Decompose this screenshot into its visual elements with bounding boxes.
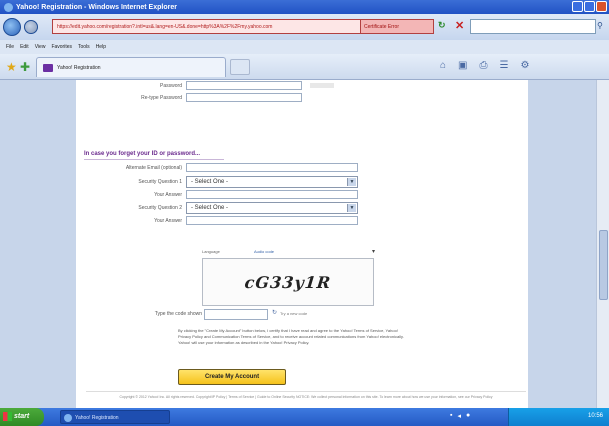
- recovery-section-title: In case you forget your ID or password..…: [84, 151, 201, 157]
- start-button[interactable]: start: [0, 408, 44, 426]
- ie-logo-icon: [4, 2, 13, 12]
- password-strength-meter: [310, 83, 334, 88]
- minimize-button[interactable]: [572, 1, 583, 12]
- security-question-2-value: - Select One -: [191, 205, 229, 211]
- tray-icons: ▪ ◂ ●: [450, 412, 470, 420]
- close-button[interactable]: [596, 1, 607, 12]
- search-input[interactable]: [470, 19, 596, 34]
- chevron-down-icon: ▼: [347, 204, 356, 212]
- answer-1-label: Your Answer: [154, 192, 182, 198]
- security-question-1-value: - Select One -: [191, 179, 229, 185]
- clock[interactable]: 10:56: [588, 413, 603, 419]
- password-label: Password: [160, 83, 182, 89]
- taskbar-window-label: Yahoo! Registration: [75, 415, 119, 421]
- try-new-code-link[interactable]: Try a new code: [280, 311, 307, 316]
- taskbar: start Yahoo! Registration ▪ ◂ ● 10:56: [0, 408, 609, 426]
- create-account-button[interactable]: Create My Account: [178, 369, 286, 385]
- security-question-2-select[interactable]: - Select One - ▼: [186, 202, 358, 214]
- ie-icon: [64, 414, 72, 422]
- right-background: [528, 80, 596, 408]
- system-tray: 10:56: [508, 408, 609, 426]
- volume-icon[interactable]: ◂: [457, 412, 461, 420]
- favorites-star-icon[interactable]: ★: [6, 60, 17, 74]
- answer-1-input[interactable]: [186, 190, 358, 199]
- answer-2-input[interactable]: [186, 216, 358, 225]
- command-bar: ⌂ ▣ ⎙ ☰ ⚙: [440, 60, 529, 71]
- retype-password-input[interactable]: [186, 93, 302, 102]
- back-button[interactable]: [3, 18, 21, 36]
- vertical-scrollbar[interactable]: [596, 80, 609, 408]
- taskbar-window-item[interactable]: Yahoo! Registration: [60, 410, 170, 424]
- window-title: Yahoo! Registration - Windows Internet E…: [16, 3, 177, 11]
- captcha-options-bar: Language Audio code ▾: [202, 248, 382, 258]
- alternate-email-label: Alternate Email (optional): [125, 165, 182, 171]
- home-icon[interactable]: ⌂: [440, 60, 446, 71]
- terms-text: By clicking the "Create My Account" butt…: [178, 328, 404, 345]
- add-favorite-icon[interactable]: ✚: [20, 60, 30, 74]
- certificate-error-button[interactable]: Certificate Error: [360, 19, 434, 34]
- menu-tools[interactable]: Tools: [78, 44, 90, 50]
- tab-bar: ★ ✚ Yahoo! Registration ⌂ ▣ ⎙ ☰ ⚙: [0, 54, 609, 80]
- captcha-image: cG33y1R: [202, 258, 374, 306]
- window-title-bar: Yahoo! Registration - Windows Internet E…: [0, 0, 609, 14]
- captcha-input[interactable]: [204, 309, 268, 320]
- start-label: start: [14, 413, 30, 420]
- refresh-captcha-icon[interactable]: ↻: [272, 309, 277, 316]
- refresh-icon[interactable]: ↻: [438, 20, 446, 31]
- network-icon[interactable]: ▪: [450, 412, 452, 420]
- search-icon[interactable]: ⚲: [597, 21, 603, 30]
- chevron-down-icon: ▼: [347, 178, 356, 186]
- captcha-code: cG33y1R: [243, 272, 333, 292]
- forward-button[interactable]: [24, 20, 38, 34]
- page-footer: Copyright © 2012 Yahoo! Inc. All rights …: [119, 395, 493, 399]
- retype-password-label: Re-type Password: [141, 95, 182, 101]
- captcha-audio-link[interactable]: Audio code: [254, 249, 274, 254]
- security-question-1-label: Security Question 1: [138, 179, 182, 185]
- menu-bar: File Edit View Favorites Tools Help: [0, 40, 609, 54]
- security-question-1-select[interactable]: - Select One - ▼: [186, 176, 358, 188]
- security-icon[interactable]: ●: [466, 412, 470, 420]
- maximize-button[interactable]: [584, 1, 595, 12]
- scrollbar-thumb[interactable]: [599, 230, 608, 300]
- alternate-email-input[interactable]: [186, 163, 358, 172]
- address-toolbar: https://edit.yahoo.com/registration?.int…: [0, 14, 609, 40]
- menu-view[interactable]: View: [35, 44, 46, 50]
- page-icon[interactable]: ☰: [500, 60, 509, 71]
- window-controls: [572, 1, 607, 12]
- password-input[interactable]: [186, 81, 302, 90]
- registration-form: Password Re-type Password In case you fo…: [76, 80, 528, 408]
- captcha-language-select[interactable]: Language: [202, 249, 220, 254]
- left-background: [0, 80, 76, 408]
- menu-edit[interactable]: Edit: [20, 44, 29, 50]
- tab-label: Yahoo! Registration: [57, 65, 101, 71]
- stop-icon[interactable]: ✕: [455, 19, 464, 32]
- tools-icon[interactable]: ⚙: [520, 60, 529, 71]
- new-tab-button[interactable]: [230, 59, 250, 75]
- menu-favorites[interactable]: Favorites: [51, 44, 72, 50]
- answer-2-label: Your Answer: [154, 218, 182, 224]
- footer-divider: [86, 391, 526, 392]
- address-bar[interactable]: https://edit.yahoo.com/registration?.int…: [52, 19, 382, 34]
- menu-help[interactable]: Help: [96, 44, 106, 50]
- print-icon[interactable]: ⎙: [480, 60, 488, 71]
- page-viewport: Password Re-type Password In case you fo…: [0, 80, 609, 408]
- security-question-2-label: Security Question 2: [138, 205, 182, 211]
- section-divider: [84, 159, 224, 160]
- tab-yahoo-registration[interactable]: Yahoo! Registration: [36, 57, 226, 77]
- windows-logo-icon: [3, 412, 12, 421]
- feeds-icon[interactable]: ▣: [458, 60, 467, 71]
- menu-file[interactable]: File: [6, 44, 14, 50]
- chevron-down-icon[interactable]: ▾: [372, 248, 375, 255]
- captcha-input-label: Type the code shown: [154, 311, 202, 317]
- yahoo-favicon-icon: [43, 64, 53, 72]
